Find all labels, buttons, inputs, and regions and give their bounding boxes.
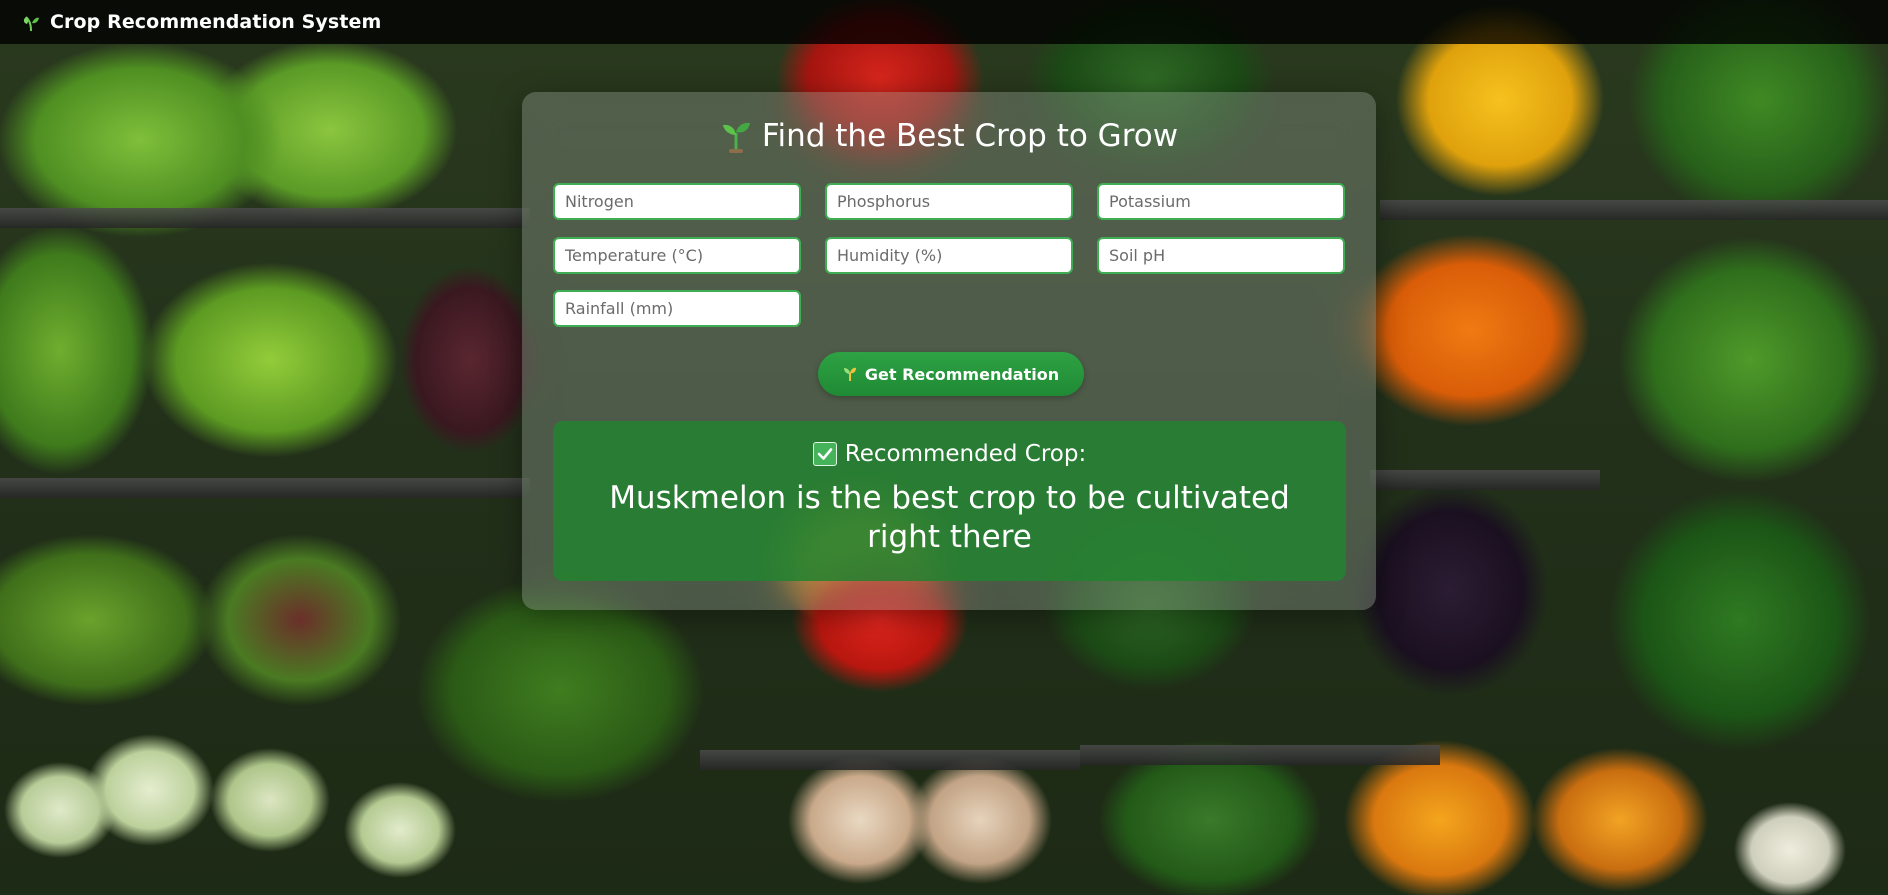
shelf-divider <box>1080 745 1440 765</box>
result-text: Muskmelon is the best crop to be cultiva… <box>609 480 1290 555</box>
sprout-icon <box>843 366 857 382</box>
app-title: Crop Recommendation System <box>50 11 382 33</box>
soil-ph-input[interactable] <box>1097 237 1345 274</box>
shelf-divider <box>1370 470 1600 490</box>
potassium-input[interactable] <box>1097 183 1345 220</box>
top-bar: Crop Recommendation System <box>0 0 1888 44</box>
checkmark-icon <box>812 442 837 466</box>
humidity-input[interactable] <box>825 237 1073 274</box>
result-heading-text: Recommended Crop: <box>844 441 1087 467</box>
result-panel: Recommended Crop: Muskmelon is the best … <box>553 421 1346 581</box>
shelf-divider <box>0 478 530 498</box>
card-heading: Find the Best Crop to Grow <box>522 118 1376 154</box>
temperature-input[interactable] <box>553 237 801 274</box>
seedling-icon <box>720 119 752 153</box>
recommendation-card: Find the Best Crop to Grow Get Recommend… <box>522 92 1376 610</box>
result-heading: Recommended Crop: <box>553 441 1346 467</box>
phosphorus-input[interactable] <box>825 183 1073 220</box>
card-title-text: Find the Best Crop to Grow <box>761 118 1179 154</box>
leaf-icon <box>20 11 42 33</box>
nitrogen-input[interactable] <box>553 183 801 220</box>
rainfall-input[interactable] <box>553 290 801 327</box>
get-recommendation-label: Get Recommendation <box>864 364 1060 384</box>
get-recommendation-button[interactable]: Get Recommendation <box>818 352 1084 396</box>
shelf-divider <box>1380 200 1888 220</box>
shelf-divider <box>700 750 1080 770</box>
shelf-divider <box>0 208 530 228</box>
